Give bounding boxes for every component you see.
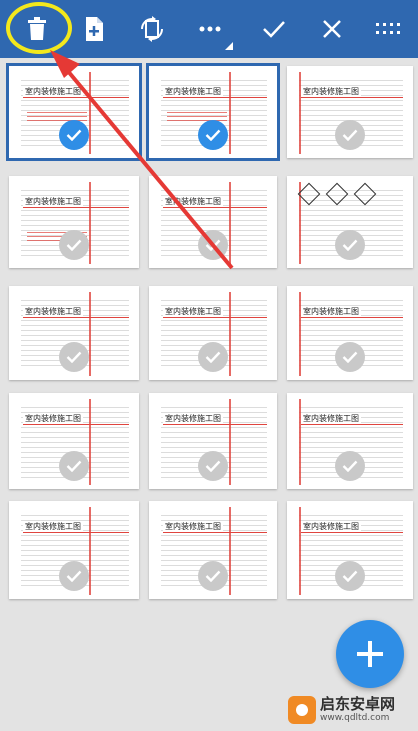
dropdown-indicator-icon [225,42,233,50]
page-title: 室内装修施工图 [163,306,223,317]
unselected-check-icon[interactable] [59,451,89,481]
more-icon [199,26,221,32]
page-title: 室内装修施工图 [23,306,83,317]
page-title-underline [163,424,267,425]
page-title-underline [23,97,129,98]
page-thumbnail[interactable]: 室内装修施工图 [9,501,139,599]
page-thumbnail[interactable]: 室内装修施工图 [9,286,139,380]
selected-check-icon[interactable] [198,120,228,150]
unselected-check-icon[interactable] [335,342,365,372]
page-thumbnail[interactable]: 室内装修施工图 [149,393,277,489]
page-title: 室内装修施工图 [23,521,83,532]
unselected-check-icon[interactable] [198,230,228,260]
watermark-logo-icon [288,696,316,724]
page-margin-line [89,507,91,595]
page-thumbnail[interactable]: 室内装修施工图 [9,176,139,268]
diagram-shape [297,182,321,206]
page-title: 室内装修施工图 [23,86,83,97]
rotate-page-button[interactable] [130,7,174,51]
unselected-check-icon[interactable] [335,451,365,481]
page-thumbnail[interactable] [287,176,413,268]
page-title-underline [163,532,267,533]
page-diagram [297,182,377,206]
highlight-ring [6,2,72,54]
diagram-shape [353,182,377,206]
close-button[interactable] [310,7,354,51]
page-title: 室内装修施工图 [23,413,83,424]
page-title: 室内装修施工图 [163,413,223,424]
page-title-underline [163,207,267,208]
selected-check-icon[interactable] [59,120,89,150]
page-title-underline [301,97,403,98]
grid-view-button[interactable] [366,7,410,51]
page-thumbnail[interactable]: 室内装修施工图 [287,501,413,599]
page-title: 室内装修施工图 [301,521,361,532]
page-title-underline [23,532,129,533]
unselected-check-icon[interactable] [198,451,228,481]
page-margin-line [229,292,231,376]
page-thumbnail[interactable]: 室内装修施工图 [287,393,413,489]
page-margin-line [299,292,301,376]
page-margin-line [89,182,91,264]
page-title-underline [23,424,129,425]
grid-view-icon [376,23,400,34]
page-thumbnail[interactable]: 室内装修施工图 [149,501,277,599]
watermark: 启东安卓网 www.qdltd.com [288,692,416,728]
rotate-page-icon [141,16,163,42]
page-title-underline [23,207,129,208]
page-title: 室内装修施工图 [301,413,361,424]
confirm-icon [263,21,285,38]
plus-icon [357,641,383,667]
page-title: 室内装修施工图 [23,196,83,207]
diagram-shape [325,182,349,206]
page-margin-line [299,399,301,485]
unselected-check-icon[interactable] [198,561,228,591]
unselected-check-icon[interactable] [335,561,365,591]
page-title: 室内装修施工图 [163,86,223,97]
page-title: 室内装修施工图 [163,521,223,532]
confirm-button[interactable] [252,7,296,51]
page-title-underline [301,424,403,425]
page-thumbnail[interactable]: 室内装修施工图 [287,286,413,380]
add-fab-button[interactable] [336,620,404,688]
page-thumbnail[interactable]: 室内装修施工图 [6,63,142,161]
unselected-check-icon[interactable] [198,342,228,372]
page-title: 室内装修施工图 [163,196,223,207]
page-margin-line [89,292,91,376]
page-title: 室内装修施工图 [301,306,361,317]
page-title-underline [301,532,403,533]
watermark-url: www.qdltd.com [320,713,390,723]
page-margin-line [229,399,231,485]
page-thumbnail[interactable]: 室内装修施工图 [149,286,277,380]
page-title: 室内装修施工图 [301,86,361,97]
unselected-check-icon[interactable] [59,342,89,372]
page-margin-line [89,399,91,485]
page-thumbnail[interactable]: 室内装修施工图 [287,66,413,158]
unselected-check-icon[interactable] [59,561,89,591]
add-page-icon [86,17,103,41]
page-thumbnail[interactable]: 室内装修施工图 [146,63,280,161]
page-title-underline [23,317,129,318]
page-margin-line [229,182,231,264]
page-title-underline [163,317,267,318]
unselected-check-icon[interactable] [335,230,365,260]
page-title-underline [163,97,267,98]
unselected-check-icon[interactable] [59,230,89,260]
add-page-button[interactable] [72,7,116,51]
page-margin-line [229,507,231,595]
watermark-title: 启东安卓网 [320,695,396,713]
page-margin-line [89,72,91,154]
page-margin-line [229,72,231,154]
page-thumbnail[interactable]: 室内装修施工图 [149,176,277,268]
page-thumbnail[interactable]: 室内装修施工图 [9,393,139,489]
page-margin-line [299,72,301,154]
unselected-check-icon[interactable] [335,120,365,150]
page-title-underline [301,317,403,318]
close-icon [323,20,341,38]
toolbar [0,0,418,58]
